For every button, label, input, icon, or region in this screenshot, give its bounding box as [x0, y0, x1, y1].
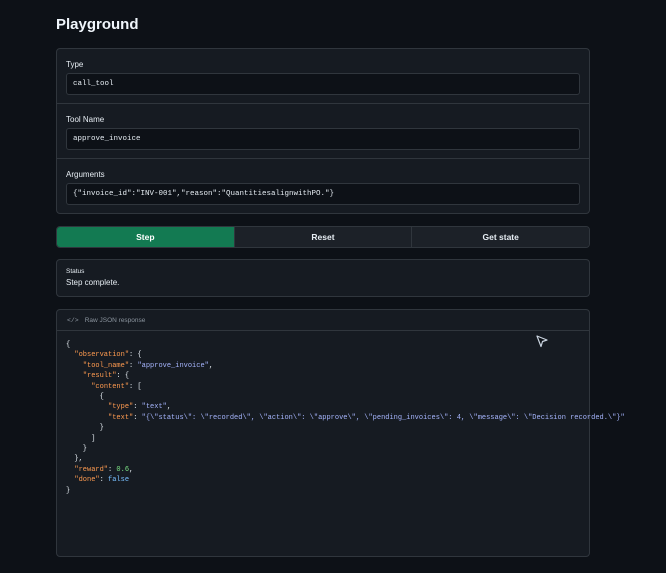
- raw-json-title: Raw JSON response: [84, 316, 146, 324]
- tool-name-label: Tool Name: [66, 115, 105, 124]
- tool-name-input[interactable]: approve_invoice: [66, 128, 580, 150]
- reset-button[interactable]: Reset: [234, 227, 413, 247]
- raw-json-panel: </> Raw JSON response { "observation": {…: [56, 309, 625, 557]
- status-panel: Status Step complete.: [56, 259, 590, 297]
- page-title: Playground: [56, 16, 139, 33]
- mouse-cursor-icon: [536, 335, 548, 348]
- action-button-group: Step Reset Get state: [56, 226, 590, 248]
- step-button[interactable]: Step: [57, 227, 235, 247]
- raw-json-header[interactable]: </> Raw JSON response: [57, 310, 589, 331]
- arguments-input[interactable]: {"invoice_id":"INV-001","reason":"Quanti…: [66, 183, 580, 205]
- arguments-label: Arguments: [66, 170, 105, 179]
- arguments-field-group: Arguments {"invoice_id":"INV-001","reaso…: [57, 159, 589, 213]
- tool-name-field-group: Tool Name approve_invoice: [57, 104, 589, 159]
- type-label: Type: [66, 60, 84, 69]
- json-response: { "observation": { "tool_name": "approve…: [66, 341, 625, 495]
- status-text: Step complete.: [66, 278, 120, 287]
- status-label: Status: [66, 268, 85, 275]
- type-field-group: Type call_tool: [57, 49, 589, 104]
- get-state-button[interactable]: Get state: [412, 227, 589, 247]
- type-input[interactable]: call_tool: [66, 73, 580, 95]
- code-icon: </>: [67, 316, 79, 324]
- request-form: Type call_tool Tool Name approve_invoice…: [56, 48, 590, 214]
